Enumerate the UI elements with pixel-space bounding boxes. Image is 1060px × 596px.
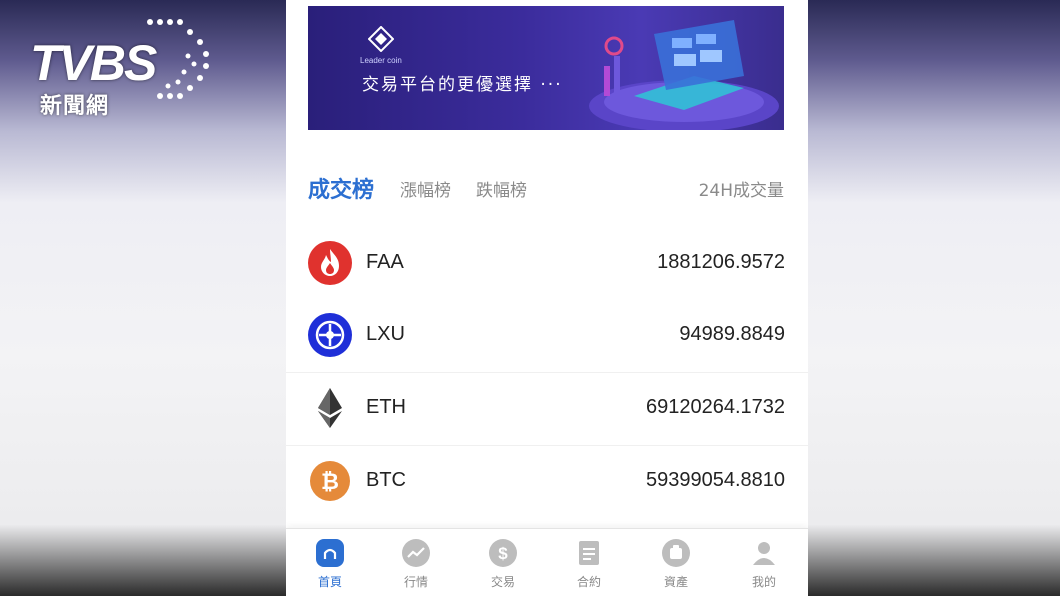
contract-icon	[579, 541, 599, 565]
promo-banner[interactable]: Leader coin 交易平台的更優選擇 ···	[308, 6, 784, 130]
watermark-subtitle: 新聞網	[40, 94, 110, 119]
user-icon	[753, 542, 775, 565]
volume-column-header: 24H成交量	[698, 181, 784, 201]
list-item[interactable]: FAA 1881206.9572	[286, 228, 808, 300]
nav-label: 資產	[663, 575, 688, 589]
coin-volume: 94989.8849	[679, 323, 785, 345]
coin-symbol: ETH	[366, 396, 406, 418]
coin-volume: 59399054.8810	[645, 469, 785, 491]
coin-volume: 69120264.1732	[645, 396, 785, 418]
svg-text:$: $	[498, 544, 508, 563]
nav-market[interactable]: 行情	[386, 537, 446, 590]
watermark-brand: TVBS	[30, 35, 157, 91]
home-icon	[316, 539, 344, 567]
ranking-tabs: 成交榜 漲幅榜 跌幅榜 24H成交量	[308, 170, 784, 206]
nav-label: 合約	[576, 575, 601, 589]
coin-symbol: BTC	[366, 469, 406, 491]
coin-volume: 1881206.9572	[657, 251, 785, 273]
right-backdrop	[808, 0, 1060, 596]
dollar-icon: $	[489, 539, 517, 567]
bitcoin-icon: ₿	[310, 461, 350, 501]
list-item[interactable]: ETH 69120264.1732	[286, 372, 808, 445]
svg-text:₿: ₿	[321, 469, 339, 494]
nav-label: 行情	[403, 575, 428, 589]
nav-label: 交易	[490, 575, 515, 589]
nav-label: 首頁	[317, 575, 342, 589]
bottom-navigation: 首頁 行情 $ 交易 合約 資產 我的	[286, 528, 808, 596]
nav-home[interactable]: 首頁	[300, 537, 360, 590]
ethereum-icon	[318, 388, 342, 428]
list-item[interactable]: ₿ BTC 59399054.8810	[286, 445, 808, 518]
nav-label: 我的	[751, 575, 776, 589]
laptop-illustration-icon	[589, 20, 779, 130]
coin-symbol: FAA	[366, 251, 404, 273]
coin-list: FAA 1881206.9572 LXU 94989.8849 ETH 6912…	[286, 228, 808, 518]
tab-volume[interactable]: 成交榜	[308, 172, 374, 204]
nav-assets[interactable]: 資產	[646, 537, 706, 590]
tab-gainers[interactable]: 漲幅榜	[400, 176, 451, 201]
banner-tagline: 交易平台的更優選擇 ···	[362, 75, 563, 95]
leader-coin-logo-icon	[368, 26, 394, 52]
compass-icon	[308, 313, 352, 357]
nav-trade[interactable]: $ 交易	[473, 537, 533, 590]
tvbs-watermark: TVBS 新聞網	[30, 16, 220, 119]
wallet-icon	[662, 539, 690, 567]
tab-losers[interactable]: 跌幅榜	[476, 176, 527, 201]
nav-profile[interactable]: 我的	[734, 537, 794, 590]
nav-contract[interactable]: 合約	[559, 537, 619, 590]
chart-icon	[402, 539, 430, 567]
phone-screen: Leader coin 交易平台的更優選擇 ··· 成交榜 漲幅榜 跌幅榜 24…	[286, 0, 808, 596]
coin-symbol: LXU	[366, 323, 405, 345]
flame-icon	[308, 241, 352, 285]
list-item[interactable]: LXU 94989.8849	[286, 300, 808, 372]
banner-logo-text: Leader coin	[360, 56, 402, 65]
